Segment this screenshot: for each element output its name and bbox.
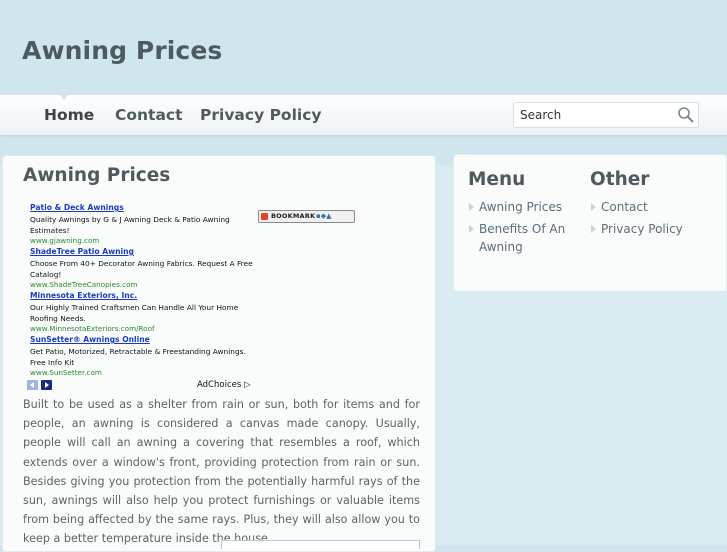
article-paragraph: Built to be used as a shelter from rain …	[23, 398, 420, 546]
adchoices-label: AdChoices	[197, 380, 242, 390]
bookmark-label: BOOKMARK	[271, 212, 316, 220]
sidebar-item-privacy-policy[interactable]: Privacy Policy	[601, 220, 683, 238]
ad-description: Quality Awnings by G & J Awning Deck & P…	[30, 215, 230, 235]
ad-prev-button[interactable]	[27, 380, 38, 390]
menu-heading: Menu	[468, 169, 526, 190]
ad-item: Patio & Deck Awnings Quality Awnings by …	[30, 203, 260, 246]
adchoices-link[interactable]: AdChoices ▷	[197, 380, 251, 390]
other-heading: Other	[590, 169, 650, 190]
search-icon[interactable]	[677, 106, 695, 124]
chevron-right-icon	[45, 382, 49, 388]
ad-url-link[interactable]: www.SunSetter.com	[30, 368, 260, 378]
nav-privacy-policy[interactable]: Privacy Policy	[200, 106, 322, 124]
ad-title-link[interactable]: ShadeTree Patio Awning	[30, 247, 260, 257]
bullet-icon	[591, 203, 596, 211]
ad-url-link[interactable]: www.gjawning.com	[30, 236, 260, 246]
ad-title-link[interactable]: SunSetter® Awnings Online	[30, 335, 260, 345]
bullet-icon	[591, 225, 596, 233]
sidebar-item-awning-prices[interactable]: Awning Prices	[479, 198, 562, 216]
ad-description: Choose From 40+ Decorator Awning Fabrics…	[30, 259, 253, 279]
share-icons: ▪◆▲	[316, 212, 332, 220]
ad-item: SunSetter® Awnings Online Get Patio, Mot…	[30, 335, 260, 378]
chevron-left-icon	[30, 382, 34, 388]
sidebar-item-benefits[interactable]: Benefits Of An	[479, 220, 565, 238]
ad-description: Get Patio, Motorized, Retractable & Free…	[30, 347, 246, 367]
bookmark-button[interactable]: BOOKMARK ▪◆▲	[258, 210, 355, 223]
sidebar-item-contact[interactable]: Contact	[601, 198, 648, 216]
ad-item: Minnesota Exteriors, Inc. Our Highly Tra…	[30, 291, 260, 334]
ad-url-link[interactable]: www.ShadeTreeCanopies.com	[30, 280, 260, 290]
active-nav-indicator	[59, 94, 69, 100]
bullet-icon	[469, 225, 474, 233]
ad-description: Our Highly Trained Craftsmen Can Handle …	[30, 303, 239, 323]
nav-home[interactable]: Home	[44, 106, 94, 124]
nav-contact[interactable]: Contact	[115, 106, 183, 124]
sidebar-item-benefits-cont[interactable]: Awning	[479, 238, 523, 256]
search-box	[513, 102, 699, 128]
page-title: Awning Prices	[23, 165, 171, 186]
ad-title-link[interactable]: Minnesota Exteriors, Inc.	[30, 291, 260, 301]
ad-title-link[interactable]: Patio & Deck Awnings	[30, 203, 260, 213]
bullet-icon	[469, 203, 474, 211]
ad-item: ShadeTree Patio Awning Choose From 40+ D…	[30, 247, 260, 290]
site-title[interactable]: Awning Prices	[22, 36, 222, 65]
ad-next-button[interactable]	[41, 380, 52, 390]
play-triangle-icon: ▷	[243, 380, 251, 390]
ad-url-link[interactable]: www.MinnesotaExteriors.com/Roof	[30, 324, 260, 334]
header-background	[0, 0, 727, 165]
search-input[interactable]	[520, 106, 670, 124]
bookmark-icon	[261, 213, 268, 220]
